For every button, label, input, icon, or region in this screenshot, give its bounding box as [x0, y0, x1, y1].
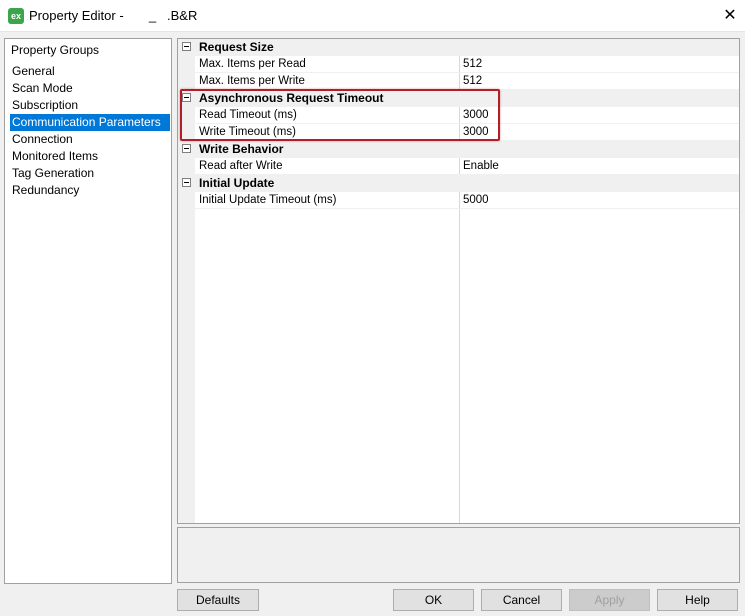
property-name: Max. Items per Write — [199, 75, 305, 87]
property-description-box — [177, 527, 740, 583]
apply-button[interactable]: Apply — [569, 589, 650, 611]
close-icon[interactable]: ✕ — [715, 0, 745, 31]
group-item-subscription[interactable]: Subscription — [10, 97, 170, 114]
property-value[interactable]: 5000 — [463, 194, 489, 206]
property-row[interactable]: Max. Items per Write 512 — [178, 73, 739, 90]
window-title: Property Editor - _ .B&R — [29, 8, 198, 23]
property-name: Read after Write — [199, 160, 283, 172]
category-write-behavior: Write Behavior — [178, 141, 739, 158]
category-request-size: Request Size — [178, 39, 739, 56]
category-label: Asynchronous Request Timeout — [199, 91, 384, 105]
group-item-communication-parameters[interactable]: Communication Parameters — [10, 114, 170, 131]
collapse-icon[interactable] — [182, 178, 191, 187]
property-grid: Request Size Max. Items per Read 512 Max… — [177, 38, 740, 524]
group-item-general[interactable]: General — [10, 63, 170, 80]
collapse-icon[interactable] — [182, 42, 191, 51]
property-name: Read Timeout (ms) — [199, 109, 297, 121]
property-row[interactable]: Read Timeout (ms) 3000 — [178, 107, 739, 124]
collapse-icon[interactable] — [182, 144, 191, 153]
property-value[interactable]: 3000 — [463, 126, 489, 138]
group-item-redundancy[interactable]: Redundancy — [10, 182, 170, 199]
group-item-connection[interactable]: Connection — [10, 131, 170, 148]
property-value[interactable]: 3000 — [463, 109, 489, 121]
group-item-monitored-items[interactable]: Monitored Items — [10, 148, 170, 165]
property-value[interactable]: Enable — [463, 160, 499, 172]
property-row[interactable]: Read after Write Enable — [178, 158, 739, 175]
property-groups-header: Property Groups — [11, 43, 100, 57]
property-value[interactable]: 512 — [463, 58, 482, 70]
cancel-button[interactable]: Cancel — [481, 589, 562, 611]
collapse-icon[interactable] — [182, 93, 191, 102]
category-initial-update: Initial Update — [178, 175, 739, 192]
group-item-tag-generation[interactable]: Tag Generation — [10, 165, 170, 182]
property-name: Initial Update Timeout (ms) — [199, 194, 337, 206]
help-button[interactable]: Help — [657, 589, 738, 611]
property-value[interactable]: 512 — [463, 75, 482, 87]
app-icon: ex — [8, 8, 24, 24]
defaults-button[interactable]: Defaults — [177, 589, 259, 611]
property-name: Write Timeout (ms) — [199, 126, 296, 138]
group-item-scan-mode[interactable]: Scan Mode — [10, 80, 170, 97]
property-groups-panel: Property Groups General Scan Mode Subscr… — [4, 38, 172, 584]
category-label: Request Size — [199, 40, 274, 54]
ok-button[interactable]: OK — [393, 589, 474, 611]
property-groups-list: General Scan Mode Subscription Communica… — [10, 63, 170, 199]
property-row[interactable]: Initial Update Timeout (ms) 5000 — [178, 192, 739, 209]
category-label: Write Behavior — [199, 142, 284, 156]
category-asynchronous-request-timeout: Asynchronous Request Timeout — [178, 90, 739, 107]
category-label: Initial Update — [199, 176, 275, 190]
title-bar: ex Property Editor - _ .B&R ✕ — [0, 0, 745, 32]
property-row[interactable]: Write Timeout (ms) 3000 — [178, 124, 739, 141]
property-row[interactable]: Max. Items per Read 512 — [178, 56, 739, 73]
property-name: Max. Items per Read — [199, 58, 306, 70]
